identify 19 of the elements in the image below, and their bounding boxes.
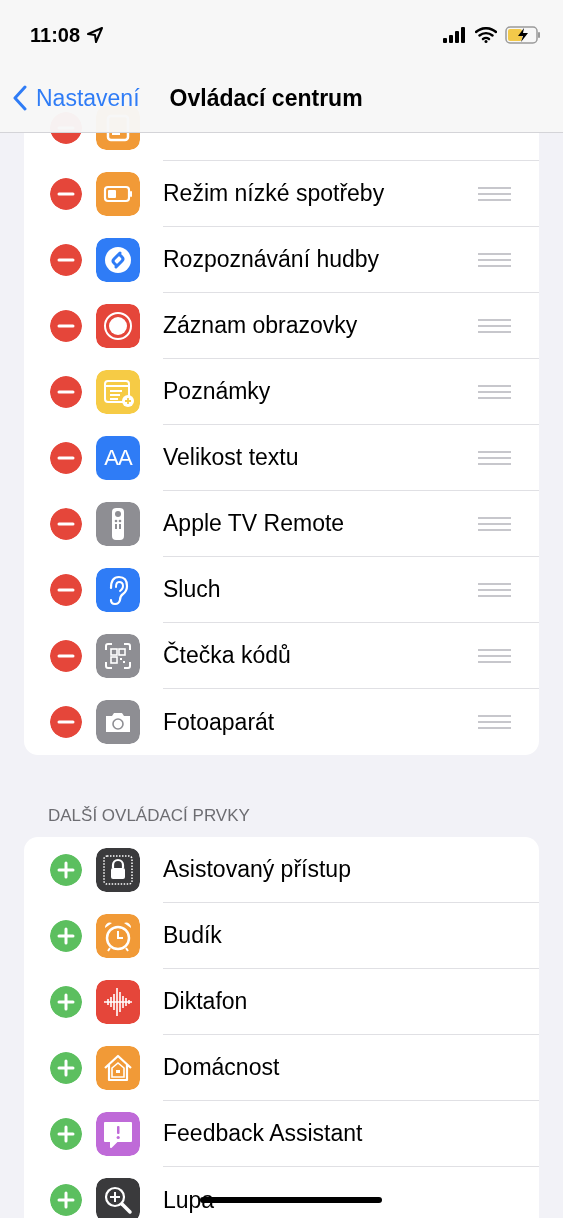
- control-name: Čtečka kódů: [163, 642, 292, 669]
- control-name: Fotoaparát: [163, 708, 276, 736]
- control-name: Budík: [163, 922, 223, 949]
- status-time: 11:08: [30, 23, 81, 47]
- page-title: Ovládací centrum: [169, 84, 363, 112]
- control-name: Režim nízké spotřeby: [163, 180, 386, 207]
- control-name: Poznámky: [163, 378, 272, 405]
- control-name: Diktafon: [163, 988, 249, 1015]
- control-name: Feedback Assistant: [163, 1120, 364, 1147]
- control-name: Záznam obrazovky: [163, 312, 359, 339]
- control-name: Domácnost: [163, 1054, 281, 1081]
- control-name: Sluch: [163, 576, 222, 603]
- back-button[interactable]: Nastavení: [12, 84, 140, 112]
- control-name: Rozpoznávání hudby: [163, 246, 381, 273]
- section-header: DALŠÍ OVLÁDACÍ PRVKY: [48, 806, 250, 825]
- control-name: Apple TV Remote: [163, 510, 346, 537]
- text-size-icon: AA: [96, 436, 140, 480]
- control-name: Velikost textu: [163, 444, 300, 471]
- control-name: Asistovaný přístup: [163, 856, 352, 883]
